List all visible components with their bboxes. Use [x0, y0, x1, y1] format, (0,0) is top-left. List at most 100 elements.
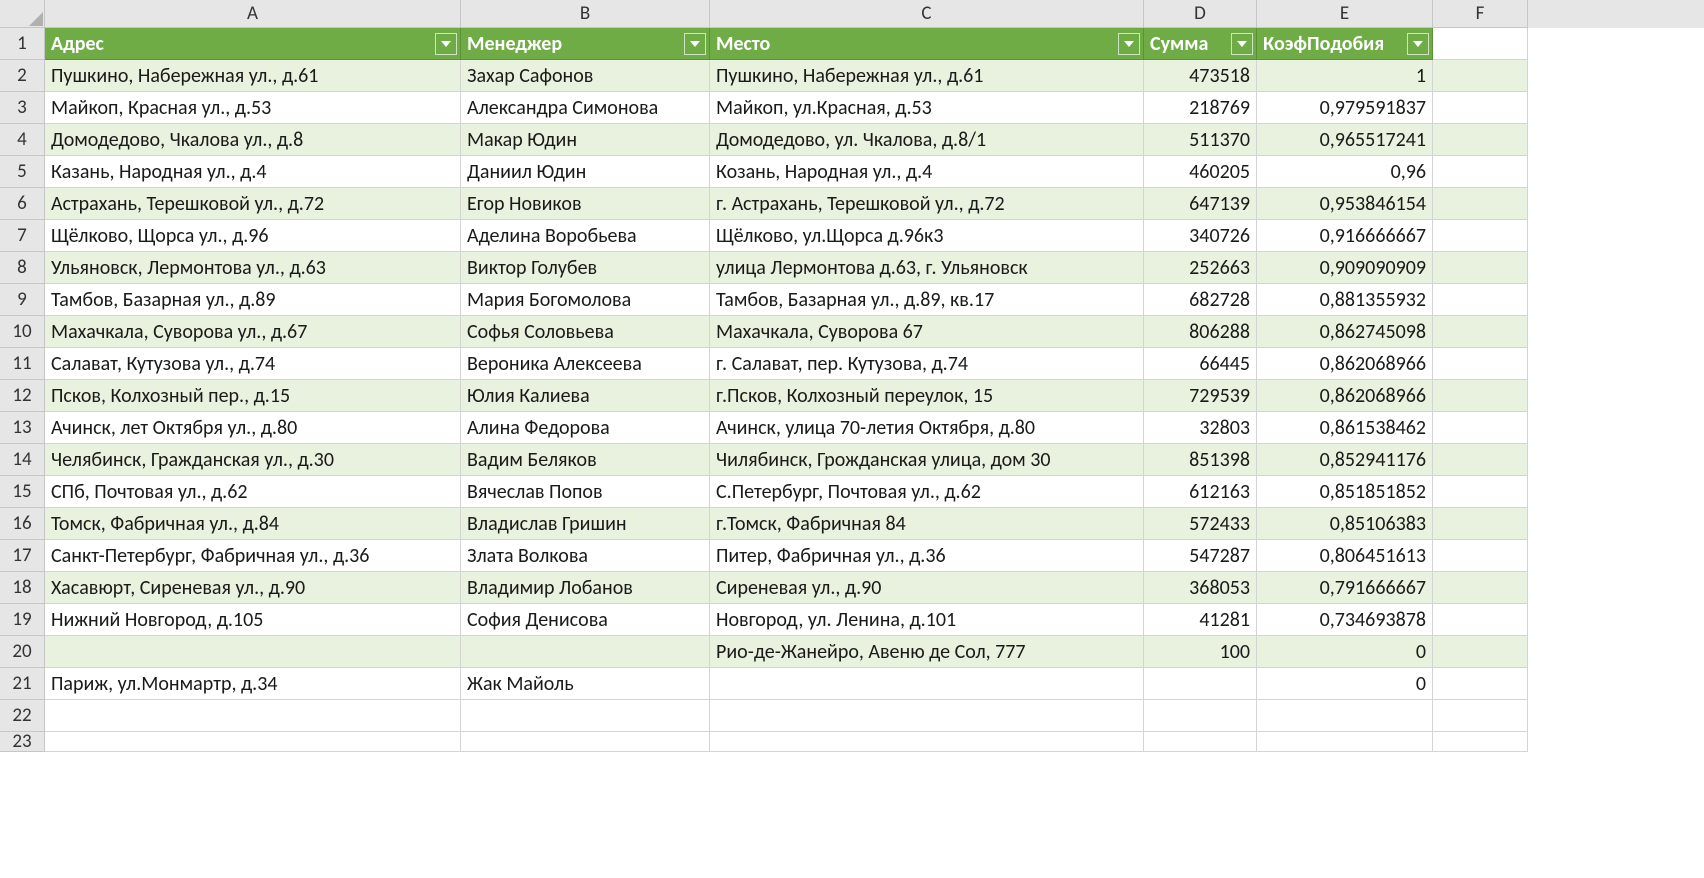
- cell-c18[interactable]: Сиреневая ул., д.90: [710, 572, 1144, 604]
- cell-d14[interactable]: 851398: [1144, 444, 1257, 476]
- cell-c6[interactable]: г. Астрахань, Терешковой ул., д.72: [710, 188, 1144, 220]
- cell-e9[interactable]: 0,881355932: [1257, 284, 1433, 316]
- row-header-22[interactable]: 22: [0, 700, 45, 732]
- cell-b8[interactable]: Виктор Голубев: [461, 252, 710, 284]
- cell-e2[interactable]: 1: [1257, 60, 1433, 92]
- cell-c13[interactable]: Ачинск, улица 70-летия Октября, д.80: [710, 412, 1144, 444]
- cell-c2[interactable]: Пушкино, Набережная ул., д.61: [710, 60, 1144, 92]
- cell-f1[interactable]: [1433, 28, 1528, 60]
- cell-c19[interactable]: Новгород, ул. Ленина, д.101: [710, 604, 1144, 636]
- cell-e15[interactable]: 0,851851852: [1257, 476, 1433, 508]
- cell-d15[interactable]: 612163: [1144, 476, 1257, 508]
- row-header-12[interactable]: 12: [0, 380, 45, 412]
- row-header-5[interactable]: 5: [0, 156, 45, 188]
- select-all-corner[interactable]: [0, 0, 45, 28]
- cell-f18[interactable]: [1433, 572, 1528, 604]
- cell-b21[interactable]: Жак Майоль: [461, 668, 710, 700]
- row-header-18[interactable]: 18: [0, 572, 45, 604]
- cell-b6[interactable]: Егор Новиков: [461, 188, 710, 220]
- row-header-7[interactable]: 7: [0, 220, 45, 252]
- cell-b13[interactable]: Алина Федорова: [461, 412, 710, 444]
- row-header-11[interactable]: 11: [0, 348, 45, 380]
- cell-e10[interactable]: 0,862745098: [1257, 316, 1433, 348]
- cell-d5[interactable]: 460205: [1144, 156, 1257, 188]
- cell-a5[interactable]: Казань, Народная ул., д.4: [45, 156, 461, 188]
- cell-c12[interactable]: г.Псков, Колхозный переулок, 15: [710, 380, 1144, 412]
- cell-d18[interactable]: 368053: [1144, 572, 1257, 604]
- cell-f22[interactable]: [1433, 700, 1528, 732]
- cell-a4[interactable]: Домодедово, Чкалова ул., д.8: [45, 124, 461, 156]
- cell-d2[interactable]: 473518: [1144, 60, 1257, 92]
- row-header-6[interactable]: 6: [0, 188, 45, 220]
- cell-a17[interactable]: Санкт-Петербург, Фабричная ул., д.36: [45, 540, 461, 572]
- cell-f5[interactable]: [1433, 156, 1528, 188]
- cell-c3[interactable]: Майкоп, ул.Красная, д.53: [710, 92, 1144, 124]
- cell-a12[interactable]: Псков, Колхозный пер., д.15: [45, 380, 461, 412]
- header-address[interactable]: Адрес: [45, 28, 461, 60]
- cell-b15[interactable]: Вячеслав Попов: [461, 476, 710, 508]
- cell-b7[interactable]: Аделина Воробьева: [461, 220, 710, 252]
- cell-a20[interactable]: [45, 636, 461, 668]
- cell-d8[interactable]: 252663: [1144, 252, 1257, 284]
- cell-e20[interactable]: 0: [1257, 636, 1433, 668]
- header-manager[interactable]: Менеджер: [461, 28, 710, 60]
- cell-f13[interactable]: [1433, 412, 1528, 444]
- filter-button-sum[interactable]: [1231, 33, 1253, 55]
- cell-d6[interactable]: 647139: [1144, 188, 1257, 220]
- cell-c21[interactable]: [710, 668, 1144, 700]
- cell-f10[interactable]: [1433, 316, 1528, 348]
- col-header-d[interactable]: D: [1144, 0, 1257, 28]
- cell-f20[interactable]: [1433, 636, 1528, 668]
- cell-f14[interactable]: [1433, 444, 1528, 476]
- cell-f21[interactable]: [1433, 668, 1528, 700]
- cell-d4[interactable]: 511370: [1144, 124, 1257, 156]
- cell-a15[interactable]: СПб, Почтовая ул., д.62: [45, 476, 461, 508]
- cell-a18[interactable]: Хасавюрт, Сиреневая ул., д.90: [45, 572, 461, 604]
- cell-b5[interactable]: Даниил Юдин: [461, 156, 710, 188]
- cell-a16[interactable]: Томск, Фабричная ул., д.84: [45, 508, 461, 540]
- cell-e3[interactable]: 0,979591837: [1257, 92, 1433, 124]
- header-sum[interactable]: Сумма: [1144, 28, 1257, 60]
- cell-e7[interactable]: 0,916666667: [1257, 220, 1433, 252]
- cell-a13[interactable]: Ачинск, лет Октября ул., д.80: [45, 412, 461, 444]
- cell-e16[interactable]: 0,85106383: [1257, 508, 1433, 540]
- cell-e23[interactable]: [1257, 732, 1433, 752]
- cell-a14[interactable]: Челябинск, Гражданская ул., д.30: [45, 444, 461, 476]
- cell-d11[interactable]: 66445: [1144, 348, 1257, 380]
- cell-d23[interactable]: [1144, 732, 1257, 752]
- cell-f16[interactable]: [1433, 508, 1528, 540]
- cell-a23[interactable]: [45, 732, 461, 752]
- cell-d10[interactable]: 806288: [1144, 316, 1257, 348]
- row-header-8[interactable]: 8: [0, 252, 45, 284]
- row-header-16[interactable]: 16: [0, 508, 45, 540]
- cell-d19[interactable]: 41281: [1144, 604, 1257, 636]
- row-header-20[interactable]: 20: [0, 636, 45, 668]
- cell-d12[interactable]: 729539: [1144, 380, 1257, 412]
- cell-e21[interactable]: 0: [1257, 668, 1433, 700]
- cell-c23[interactable]: [710, 732, 1144, 752]
- cell-b22[interactable]: [461, 700, 710, 732]
- cell-f4[interactable]: [1433, 124, 1528, 156]
- filter-button-address[interactable]: [435, 33, 457, 55]
- cell-d22[interactable]: [1144, 700, 1257, 732]
- cell-f7[interactable]: [1433, 220, 1528, 252]
- cell-c16[interactable]: г.Томск, Фабричная 84: [710, 508, 1144, 540]
- cell-f2[interactable]: [1433, 60, 1528, 92]
- cell-f3[interactable]: [1433, 92, 1528, 124]
- row-header-23[interactable]: 23: [0, 732, 45, 752]
- row-header-17[interactable]: 17: [0, 540, 45, 572]
- cell-d20[interactable]: 100: [1144, 636, 1257, 668]
- cell-c5[interactable]: Козань, Народная ул., д.4: [710, 156, 1144, 188]
- col-header-b[interactable]: B: [461, 0, 710, 28]
- header-coef[interactable]: КоэфПодобия: [1257, 28, 1433, 60]
- filter-button-manager[interactable]: [684, 33, 706, 55]
- cell-f8[interactable]: [1433, 252, 1528, 284]
- filter-button-coef[interactable]: [1407, 33, 1429, 55]
- row-header-1[interactable]: 1: [0, 28, 45, 60]
- cell-b11[interactable]: Вероника Алексеева: [461, 348, 710, 380]
- cell-b18[interactable]: Владимир Лобанов: [461, 572, 710, 604]
- cell-a21[interactable]: Париж, ул.Монмартр, д.34: [45, 668, 461, 700]
- cell-b23[interactable]: [461, 732, 710, 752]
- cell-c9[interactable]: Тамбов, Базарная ул., д.89, кв.17: [710, 284, 1144, 316]
- row-header-9[interactable]: 9: [0, 284, 45, 316]
